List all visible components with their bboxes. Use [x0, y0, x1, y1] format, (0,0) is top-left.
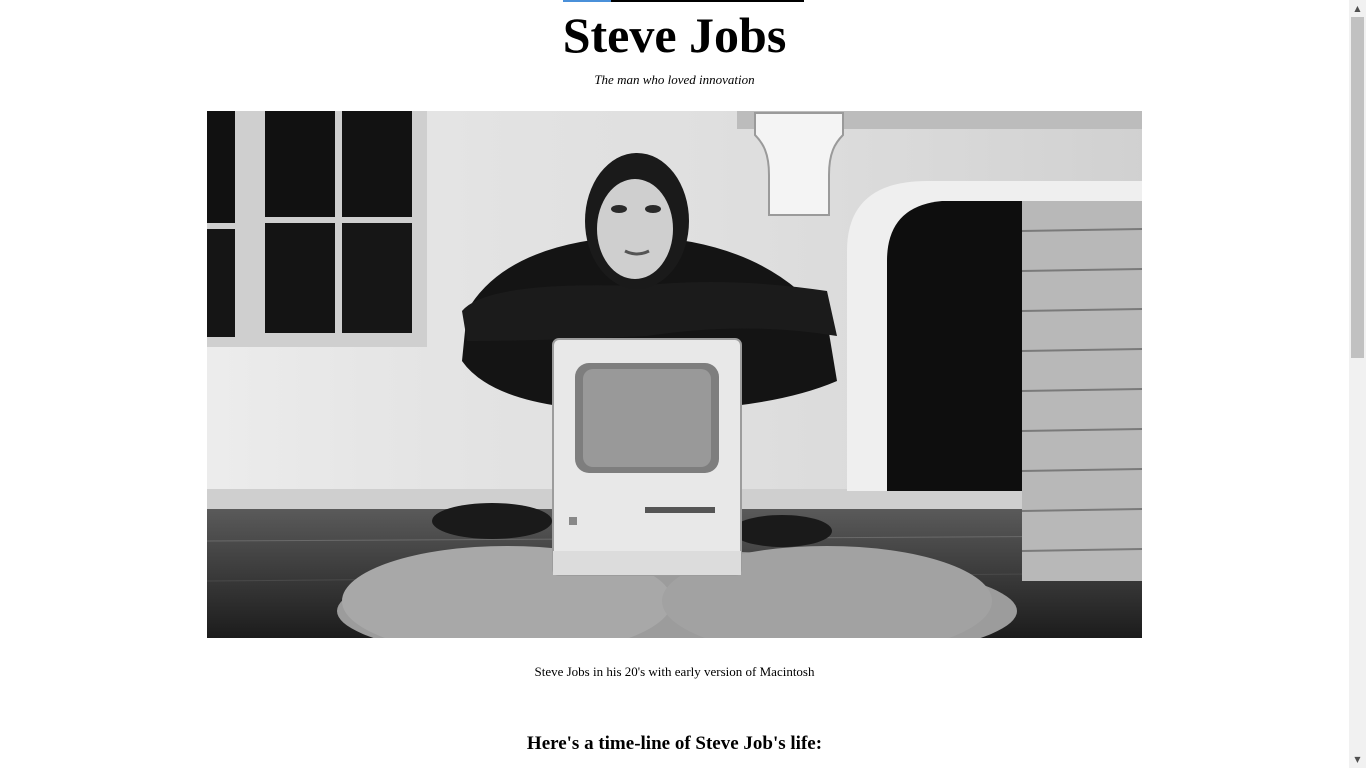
timeline-heading: Here's a time-line of Steve Job's life: [526, 733, 823, 754]
vertical-scrollbar[interactable]: ▲ ▼ [1349, 0, 1366, 768]
scroll-up-arrow-icon[interactable]: ▲ [1349, 0, 1366, 17]
scroll-down-arrow-icon[interactable]: ▼ [1349, 751, 1366, 768]
page-title: Steve Jobs [562, 7, 787, 63]
image-caption: Steve Jobs in his 20's with early versio… [534, 664, 815, 679]
scrollbar-thumb[interactable] [1351, 17, 1364, 358]
tribute-page: Steve Jobs The man who loved innovation [0, 0, 1349, 768]
top-rule [563, 0, 804, 2]
page-tagline: The man who loved innovation [594, 72, 755, 87]
hero-image [207, 111, 1142, 638]
top-rule-accent [563, 0, 611, 2]
